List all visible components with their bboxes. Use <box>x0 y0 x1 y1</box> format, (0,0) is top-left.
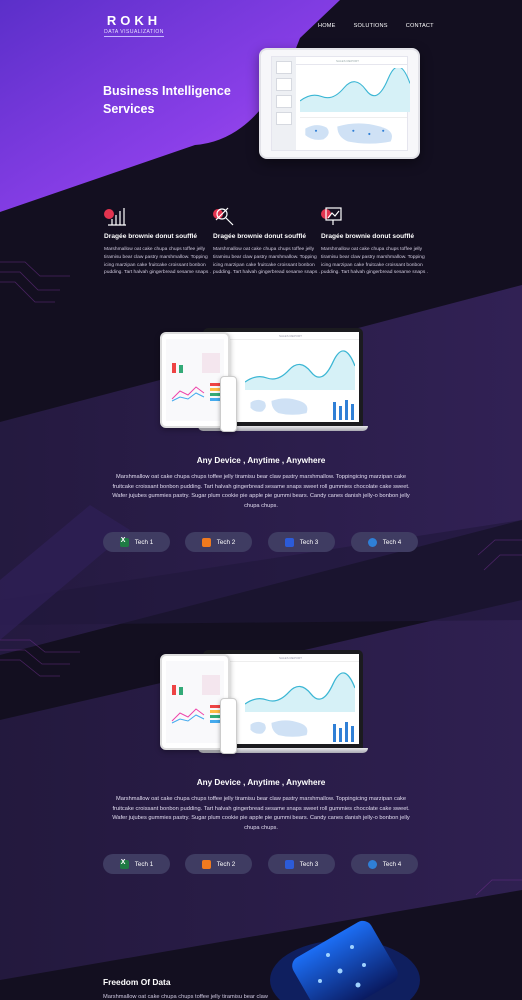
cloud-icon <box>367 537 377 547</box>
tech-button-3[interactable]: Tech 3 <box>268 532 335 552</box>
section-text: Marshmallow oat cake chupa chups toffee … <box>112 796 410 831</box>
tablet-charts <box>171 353 220 402</box>
dashboard-topbar: SALES REPORT <box>296 57 407 65</box>
phone-mockup <box>220 376 237 432</box>
tech-button-label: Tech 3 <box>299 860 319 868</box>
feature-title: Dragée brownie donut soufflé <box>321 233 415 240</box>
presentation-icon <box>321 205 343 227</box>
main-nav: HOME SOLUTIONS CONTACT <box>306 23 434 29</box>
dashboard-screen: SALES REPORT <box>271 56 410 151</box>
brand-tagline: DATA VISUALIZATION <box>104 29 164 37</box>
database-icon <box>284 537 294 547</box>
section-text: Marshmallow oat cake chupa chups toffee … <box>112 474 410 509</box>
bar-chart-icon <box>104 205 126 227</box>
tech-button-label: Tech 3 <box>299 538 319 546</box>
tech-button-4[interactable]: Tech 4 <box>351 854 418 874</box>
magnifier-icon <box>213 205 235 227</box>
hero-title: Business Intelligence Services <box>103 84 231 116</box>
feature-text: Marshmallow oat cake chupa chups toffee … <box>213 247 321 276</box>
tech-button-label: Tech 4 <box>382 538 402 546</box>
phone-mockup <box>220 698 237 754</box>
dashboard-map <box>300 117 407 144</box>
tech-button-2[interactable]: Tech 2 <box>185 532 252 552</box>
tech-button-label: Tech 1 <box>134 538 154 546</box>
feature-card: Dragée brownie donut soufflé Marshmallow… <box>104 205 214 277</box>
feature-title: Dragée brownie donut soufflé <box>213 233 307 240</box>
feature-text: Marshmallow oat cake chupa chups toffee … <box>104 247 212 276</box>
freedom-title: Freedom Of Data <box>103 977 171 987</box>
dashboard-line-chart <box>300 68 410 112</box>
dashboard-label: SALES REPORT <box>336 59 359 63</box>
tech-button-label: Tech 1 <box>134 860 154 868</box>
laptop-bar-chart <box>333 722 354 742</box>
brand-logo[interactable]: ROKH DATA VISUALIZATION <box>104 13 164 37</box>
tech-button-label: Tech 2 <box>216 860 236 868</box>
feature-title: Dragée brownie donut soufflé <box>104 233 198 240</box>
tech-button-label: Tech 4 <box>382 860 402 868</box>
laptop-line-chart <box>245 350 355 390</box>
excel-icon <box>119 859 129 869</box>
chart-icon <box>201 859 211 869</box>
screen-label: SALES REPORT <box>279 656 302 660</box>
hero-tablet-mockup: SALES REPORT <box>259 48 420 159</box>
screen-label: SALES REPORT <box>279 334 302 338</box>
cloud-icon <box>367 859 377 869</box>
excel-icon <box>119 537 129 547</box>
dashboard-sidebar <box>272 57 296 150</box>
nav-home[interactable]: HOME <box>318 23 336 29</box>
tablet-charts <box>171 675 220 724</box>
chart-icon <box>201 537 211 547</box>
nav-solutions[interactable]: SOLUTIONS <box>354 23 388 29</box>
laptop-line-chart <box>245 672 355 712</box>
tech-button-3[interactable]: Tech 3 <box>268 854 335 874</box>
section-title: Any Device , Anytime , Anywhere <box>196 778 326 787</box>
tech-button-label: Tech 2 <box>216 538 236 546</box>
laptop-map <box>250 398 308 415</box>
tech-button-2[interactable]: Tech 2 <box>185 854 252 874</box>
tech-button-1[interactable]: Tech 1 <box>103 532 170 552</box>
laptop-bar-chart <box>333 400 354 420</box>
feature-card: Dragée brownie donut soufflé Marshmallow… <box>213 205 323 277</box>
tech-button-4[interactable]: Tech 4 <box>351 532 418 552</box>
tech-button-1[interactable]: Tech 1 <box>103 854 170 874</box>
laptop-map <box>250 720 308 737</box>
database-icon <box>284 859 294 869</box>
feature-card: Dragée brownie donut soufflé Marshmallow… <box>321 205 431 277</box>
nav-contact[interactable]: CONTACT <box>406 23 434 29</box>
freedom-text: Marshmallow oat cake chupa chups toffee … <box>103 994 268 1000</box>
section-title: Any Device , Anytime , Anywhere <box>196 456 326 465</box>
brand-name: ROKH <box>106 13 162 28</box>
feature-text: Marshmallow oat cake chupa chups toffee … <box>321 247 429 276</box>
